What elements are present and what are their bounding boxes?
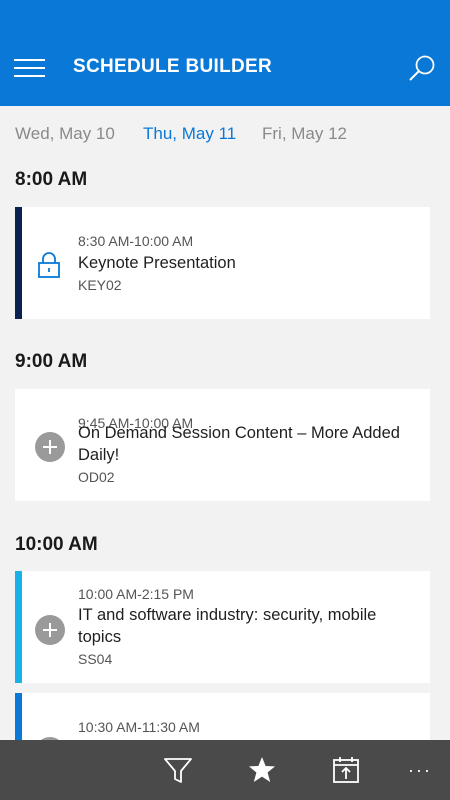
filter-icon[interactable] <box>162 754 194 786</box>
star-icon[interactable] <box>246 754 278 786</box>
bottom-app-bar: ··· <box>0 740 450 800</box>
time-header: 8:00 AM <box>15 169 88 190</box>
day-tab-fri[interactable]: Fri, May 12 <box>262 124 347 144</box>
session-code: OD02 <box>78 469 115 485</box>
time-header: 9:00 AM <box>15 351 88 372</box>
day-tab-wed[interactable]: Wed, May 10 <box>15 124 115 144</box>
session-time: 8:30 AM-10:00 AM <box>78 233 194 249</box>
session-code: KEY02 <box>78 277 122 293</box>
session-time: 10:00 AM-2:15 PM <box>78 586 194 602</box>
session-code: SS04 <box>78 651 113 667</box>
session-accent-bar <box>15 693 22 740</box>
session-card-partial[interactable]: 10:30 AM-11:30 AM <box>15 693 430 740</box>
session-card-on-demand[interactable]: 9:45 AM-10:00 AM On Demand Session Conte… <box>15 389 430 501</box>
add-icon[interactable] <box>35 615 65 645</box>
page-title: SCHEDULE BUILDER <box>73 56 273 77</box>
search-icon[interactable] <box>406 53 438 85</box>
calendar-export-icon[interactable] <box>330 754 362 786</box>
session-title: On Demand Session Content – More Added D… <box>78 424 400 464</box>
session-accent-bar <box>15 571 22 683</box>
app-header: SCHEDULE BUILDER <box>0 0 450 106</box>
day-tab-thu[interactable]: Thu, May 11 <box>143 124 236 144</box>
session-time: 10:30 AM-11:30 AM <box>78 719 200 735</box>
more-button[interactable]: ··· <box>408 760 432 781</box>
session-title: IT and software industry: security, mobi… <box>78 606 377 646</box>
session-card-it-software[interactable]: 10:00 AM-2:15 PM IT and software industr… <box>15 571 430 683</box>
session-accent-bar <box>15 207 22 319</box>
hamburger-icon[interactable] <box>14 57 46 79</box>
session-card-keynote[interactable]: 8:30 AM-10:00 AM Keynote Presentation KE… <box>15 207 430 319</box>
lock-icon <box>38 252 60 278</box>
add-icon[interactable] <box>35 432 65 462</box>
session-title: Keynote Presentation <box>78 254 236 272</box>
time-header: 10:00 AM <box>15 534 98 555</box>
